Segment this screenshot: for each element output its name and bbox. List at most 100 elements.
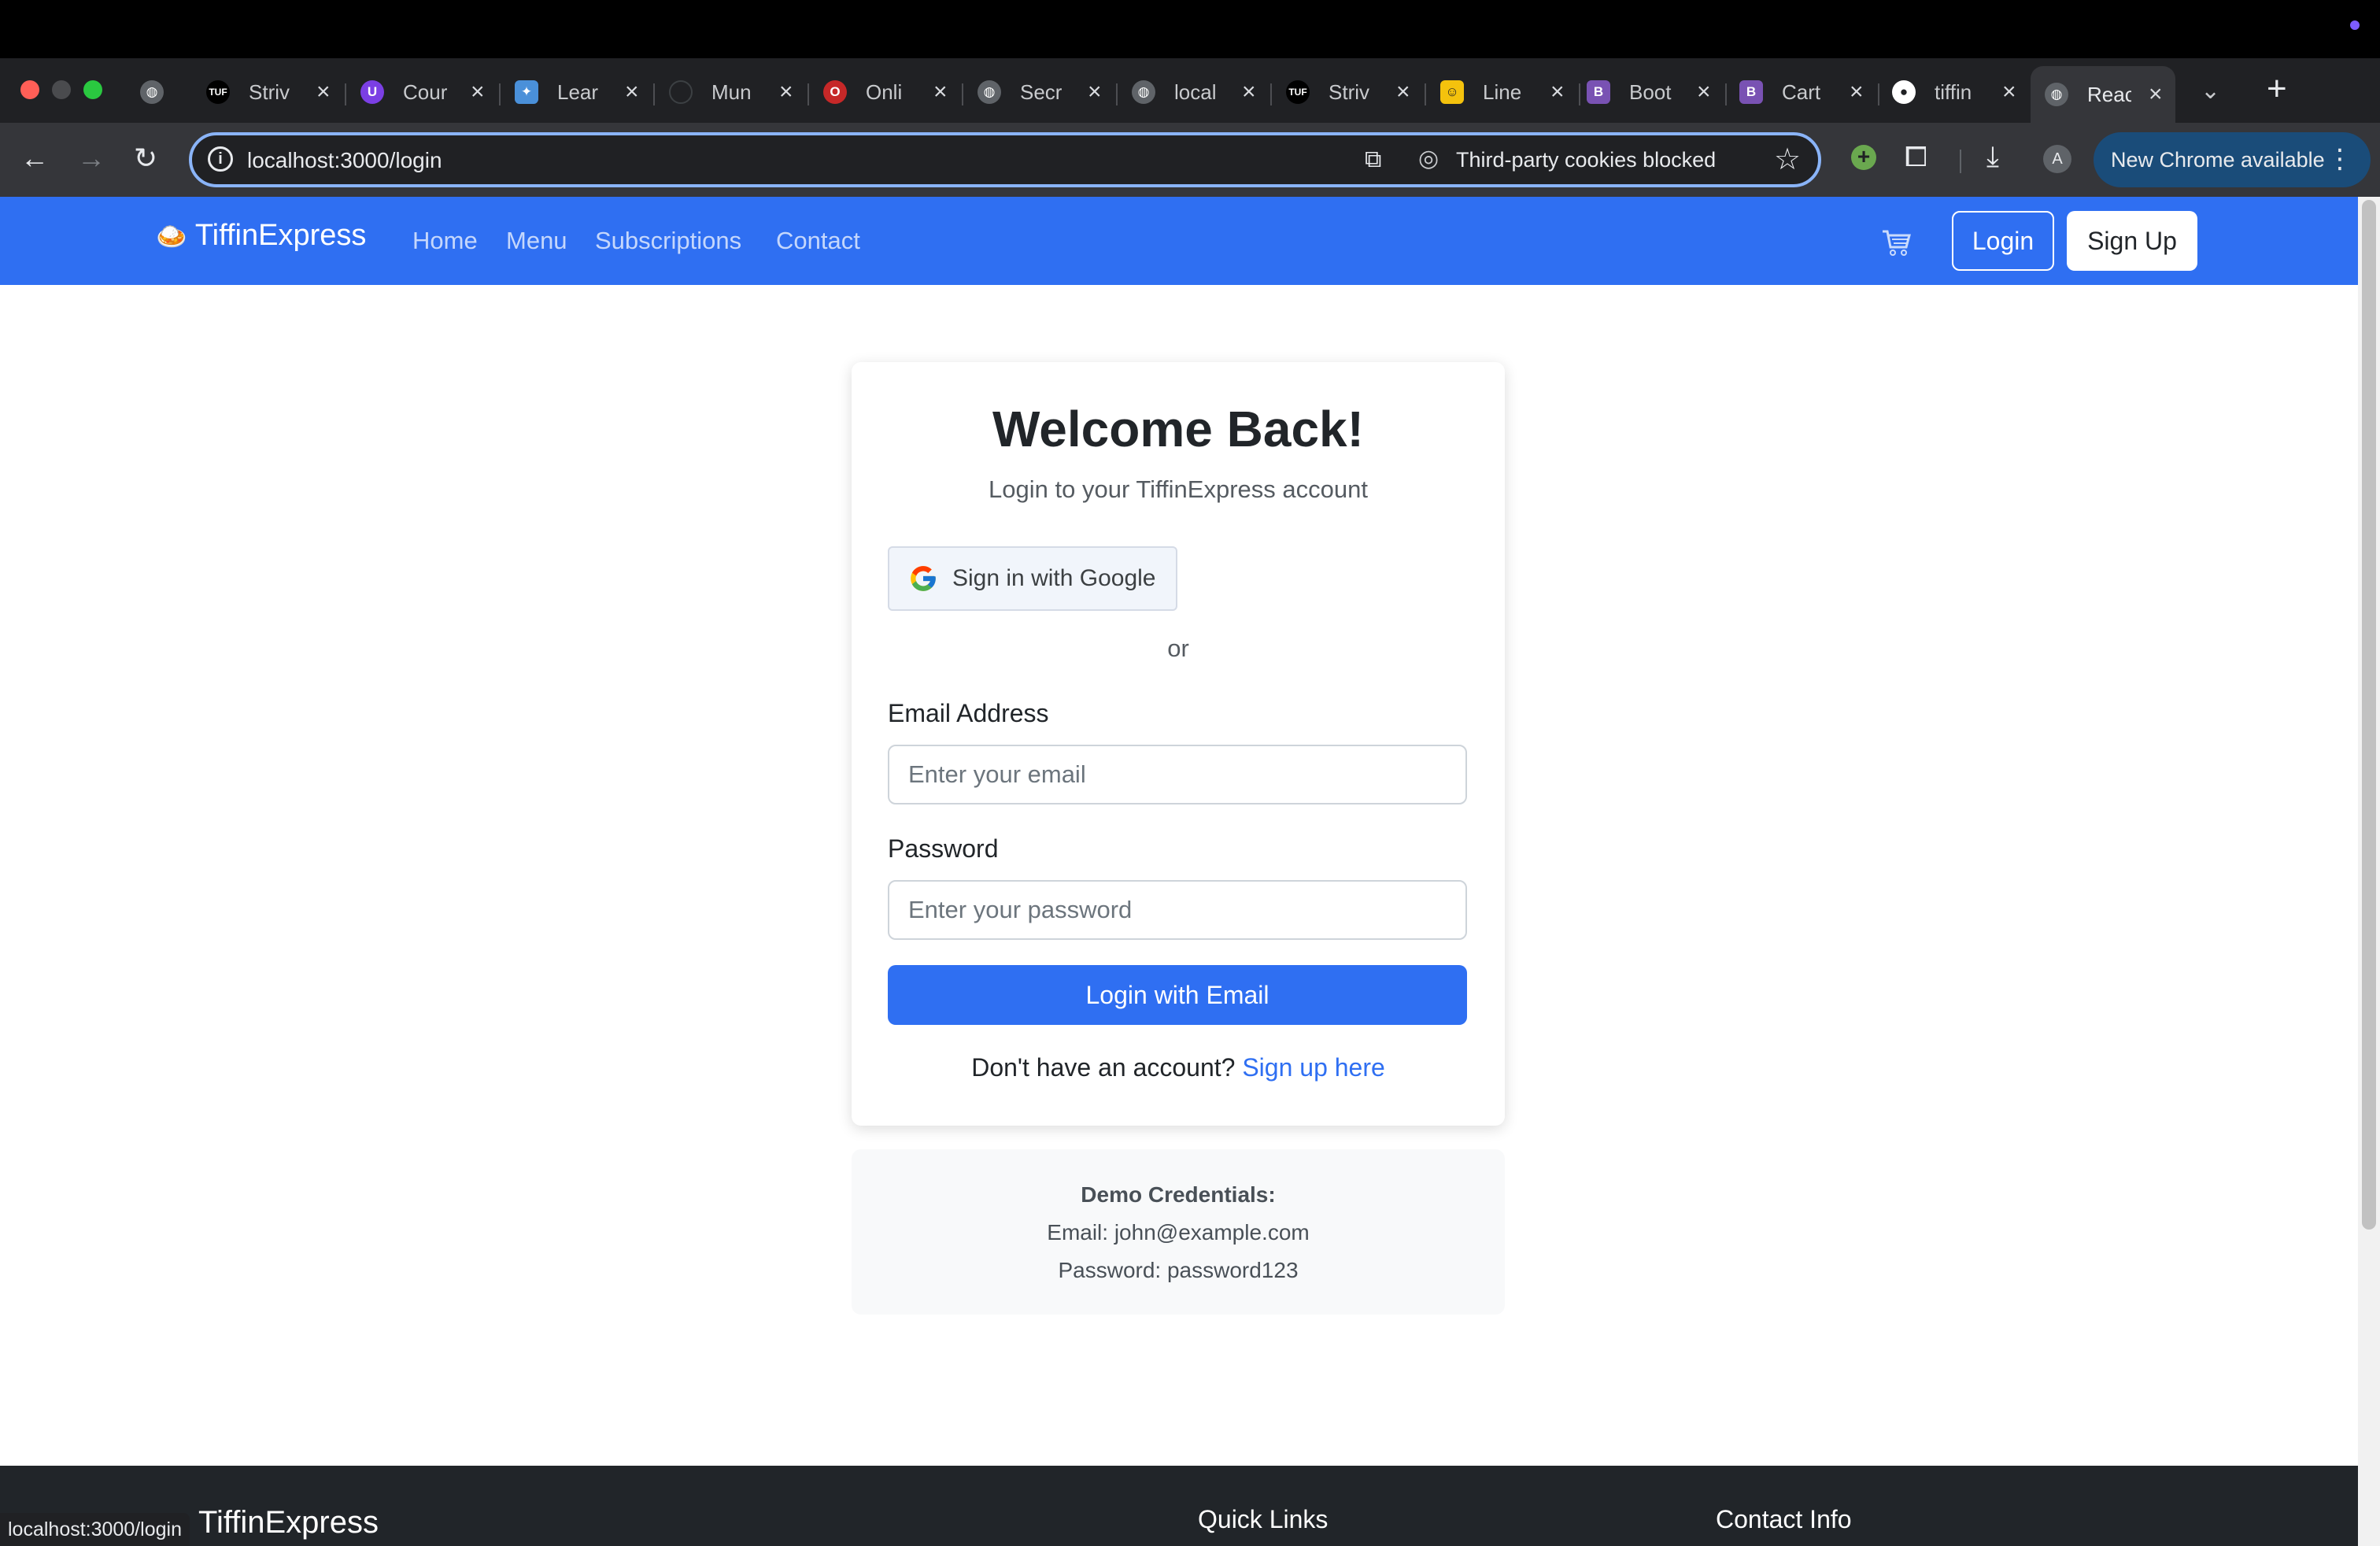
install-app-icon[interactable]: ⧉ bbox=[1365, 146, 1381, 173]
bookmark-star-icon[interactable]: ☆ bbox=[1774, 142, 1801, 177]
tab-divider bbox=[1270, 83, 1272, 105]
tab-label: Lear bbox=[557, 80, 599, 104]
browser-tab[interactable]: ◍ Secr × bbox=[978, 69, 1102, 115]
chevron-down-icon[interactable]: ⌄ bbox=[2201, 77, 2220, 105]
demo-credentials-box: Demo Credentials: Email: john@example.co… bbox=[852, 1149, 1505, 1315]
eye-slash-icon[interactable]: ◎ bbox=[1418, 145, 1439, 172]
close-tab-icon[interactable]: × bbox=[1850, 79, 1864, 105]
scrollbar-thumb[interactable] bbox=[2362, 200, 2376, 1230]
close-tab-icon[interactable]: × bbox=[2002, 79, 2016, 105]
bowl-icon: 🍛 bbox=[156, 221, 187, 250]
brand-name: TiffinExpress bbox=[194, 219, 367, 252]
globe-icon: ◍ bbox=[978, 80, 1001, 104]
google-signin-button[interactable]: Sign in with Google bbox=[888, 546, 1177, 611]
toolbar-divider bbox=[1960, 150, 1961, 173]
tab-divider bbox=[499, 83, 501, 105]
nav-link-subscriptions[interactable]: Subscriptions bbox=[595, 227, 741, 255]
email-label: Email Address bbox=[888, 699, 1049, 727]
learn-icon: ✦ bbox=[515, 80, 538, 104]
chrome-update-label: New Chrome available bbox=[2111, 147, 2325, 172]
password-label: Password bbox=[888, 834, 999, 863]
site-info-icon[interactable]: i bbox=[208, 146, 233, 172]
close-tab-icon[interactable]: × bbox=[779, 79, 793, 105]
close-tab-icon[interactable]: × bbox=[1242, 79, 1256, 105]
tab-label: local bbox=[1174, 80, 1217, 104]
profile-avatar[interactable]: A bbox=[2043, 145, 2071, 173]
close-tab-icon[interactable]: × bbox=[1396, 79, 1410, 105]
close-tab-icon[interactable]: × bbox=[471, 79, 485, 105]
status-bar-url: localhost:3000/login bbox=[0, 1513, 190, 1546]
cart-icon[interactable] bbox=[1881, 228, 1913, 257]
browser-tab[interactable]: B Cart × bbox=[1739, 69, 1864, 115]
cookies-blocked-label[interactable]: Third-party cookies blocked bbox=[1456, 148, 1716, 172]
browser-tab[interactable]: TUF Striv × bbox=[206, 69, 331, 115]
tab-label: Onli bbox=[866, 80, 903, 104]
browser-tab[interactable]: ● tiffin × bbox=[1892, 69, 2016, 115]
browser-tab[interactable]: TUF Striv × bbox=[1286, 69, 1410, 115]
download-icon[interactable]: ⤓ bbox=[1986, 140, 1999, 174]
login-email-button[interactable]: Login with Email bbox=[888, 965, 1467, 1025]
browser-tab[interactable]: O Onli × bbox=[823, 69, 948, 115]
globe-icon: ◍ bbox=[140, 80, 164, 104]
close-tab-icon[interactable]: × bbox=[625, 79, 639, 105]
window-maximize-button[interactable] bbox=[83, 80, 102, 99]
demo-email: Email: john@example.com bbox=[1047, 1220, 1310, 1245]
tab-divider bbox=[653, 83, 655, 105]
demo-title: Demo Credentials: bbox=[1081, 1182, 1276, 1207]
login-button[interactable]: Login bbox=[1952, 211, 2054, 271]
browser-tab[interactable]: B Boot × bbox=[1587, 69, 1711, 115]
reload-icon[interactable]: ↻ bbox=[134, 142, 157, 175]
url-text[interactable]: localhost:3000/login bbox=[247, 148, 442, 173]
new-tab-button[interactable]: + bbox=[2267, 69, 2287, 109]
google-signin-label: Sign in with Google bbox=[952, 565, 1156, 591]
no-account-text: Don't have an account? bbox=[971, 1053, 1236, 1082]
close-tab-icon[interactable]: × bbox=[1088, 79, 1102, 105]
signup-button[interactable]: Sign Up bbox=[2067, 211, 2197, 271]
kebab-menu-icon[interactable]: ⋮ bbox=[2326, 143, 2353, 175]
signup-prompt: Don't have an account? Sign up here bbox=[852, 1053, 1505, 1082]
back-arrow-icon[interactable]: ← bbox=[20, 142, 49, 175]
close-tab-icon[interactable]: × bbox=[1697, 79, 1711, 105]
nav-link-home[interactable]: Home bbox=[412, 227, 478, 255]
page-scrollbar[interactable] bbox=[2358, 197, 2380, 1546]
menu-bar bbox=[0, 0, 2380, 58]
login-card: Welcome Back! Login to your TiffinExpres… bbox=[852, 362, 1505, 1126]
nav-link-menu[interactable]: Menu bbox=[506, 227, 567, 255]
browser-tab-active[interactable]: ◍ Reac × bbox=[2031, 66, 2175, 123]
footer-quick-links-heading: Quick Links bbox=[1198, 1505, 1329, 1533]
browser-tab[interactable]: ◍ bbox=[140, 69, 164, 115]
window-minimize-button[interactable] bbox=[52, 80, 71, 99]
password-field[interactable] bbox=[888, 880, 1467, 940]
close-tab-icon[interactable]: × bbox=[1550, 79, 1565, 105]
close-tab-icon[interactable]: × bbox=[933, 79, 948, 105]
browser-tab[interactable]: Mun × bbox=[669, 69, 793, 115]
or-divider: or bbox=[1167, 634, 1189, 662]
browser-tab[interactable]: U Cour × bbox=[360, 69, 485, 115]
github-icon bbox=[669, 80, 693, 104]
extensions-puzzle-icon[interactable]: ⧠ bbox=[1905, 140, 1927, 174]
address-bar[interactable]: i localhost:3000/login ⧉ ◎ Third-party c… bbox=[189, 132, 1821, 187]
browser-tab[interactable]: ◍ local × bbox=[1132, 69, 1256, 115]
tab-label: Striv bbox=[1329, 80, 1369, 104]
tuf-icon: TUF bbox=[1286, 80, 1310, 104]
chrome-update-button[interactable]: New Chrome available ⋮ bbox=[2094, 132, 2371, 187]
footer-brand: TiffinExpress bbox=[198, 1505, 379, 1540]
demo-password: Password: password123 bbox=[1058, 1258, 1299, 1282]
window-close-button[interactable] bbox=[20, 80, 39, 99]
footer-contact-heading: Contact Info bbox=[1716, 1505, 1852, 1533]
email-field[interactable] bbox=[888, 745, 1467, 804]
tuf-icon: TUF bbox=[206, 80, 230, 104]
forward-arrow-icon[interactable]: → bbox=[77, 142, 105, 175]
browser-tab[interactable]: ✦ Lear × bbox=[515, 69, 639, 115]
browser-tab[interactable]: ☺ Line × bbox=[1440, 69, 1565, 115]
signup-link[interactable]: Sign up here bbox=[1242, 1053, 1384, 1082]
tab-label: tiffin bbox=[1935, 80, 1972, 104]
tab-label: Secr bbox=[1020, 80, 1062, 104]
close-tab-icon[interactable]: × bbox=[2149, 81, 2163, 108]
nav-link-contact[interactable]: Contact bbox=[776, 227, 860, 255]
close-tab-icon[interactable]: × bbox=[316, 79, 331, 105]
site-footer: TiffinExpress Quick Links Contact Info bbox=[0, 1466, 2358, 1546]
extension-plus-icon[interactable]: + bbox=[1851, 145, 1876, 170]
tab-divider bbox=[1878, 83, 1879, 105]
brand-link[interactable]: 🍛 TiffinExpress bbox=[156, 219, 366, 253]
